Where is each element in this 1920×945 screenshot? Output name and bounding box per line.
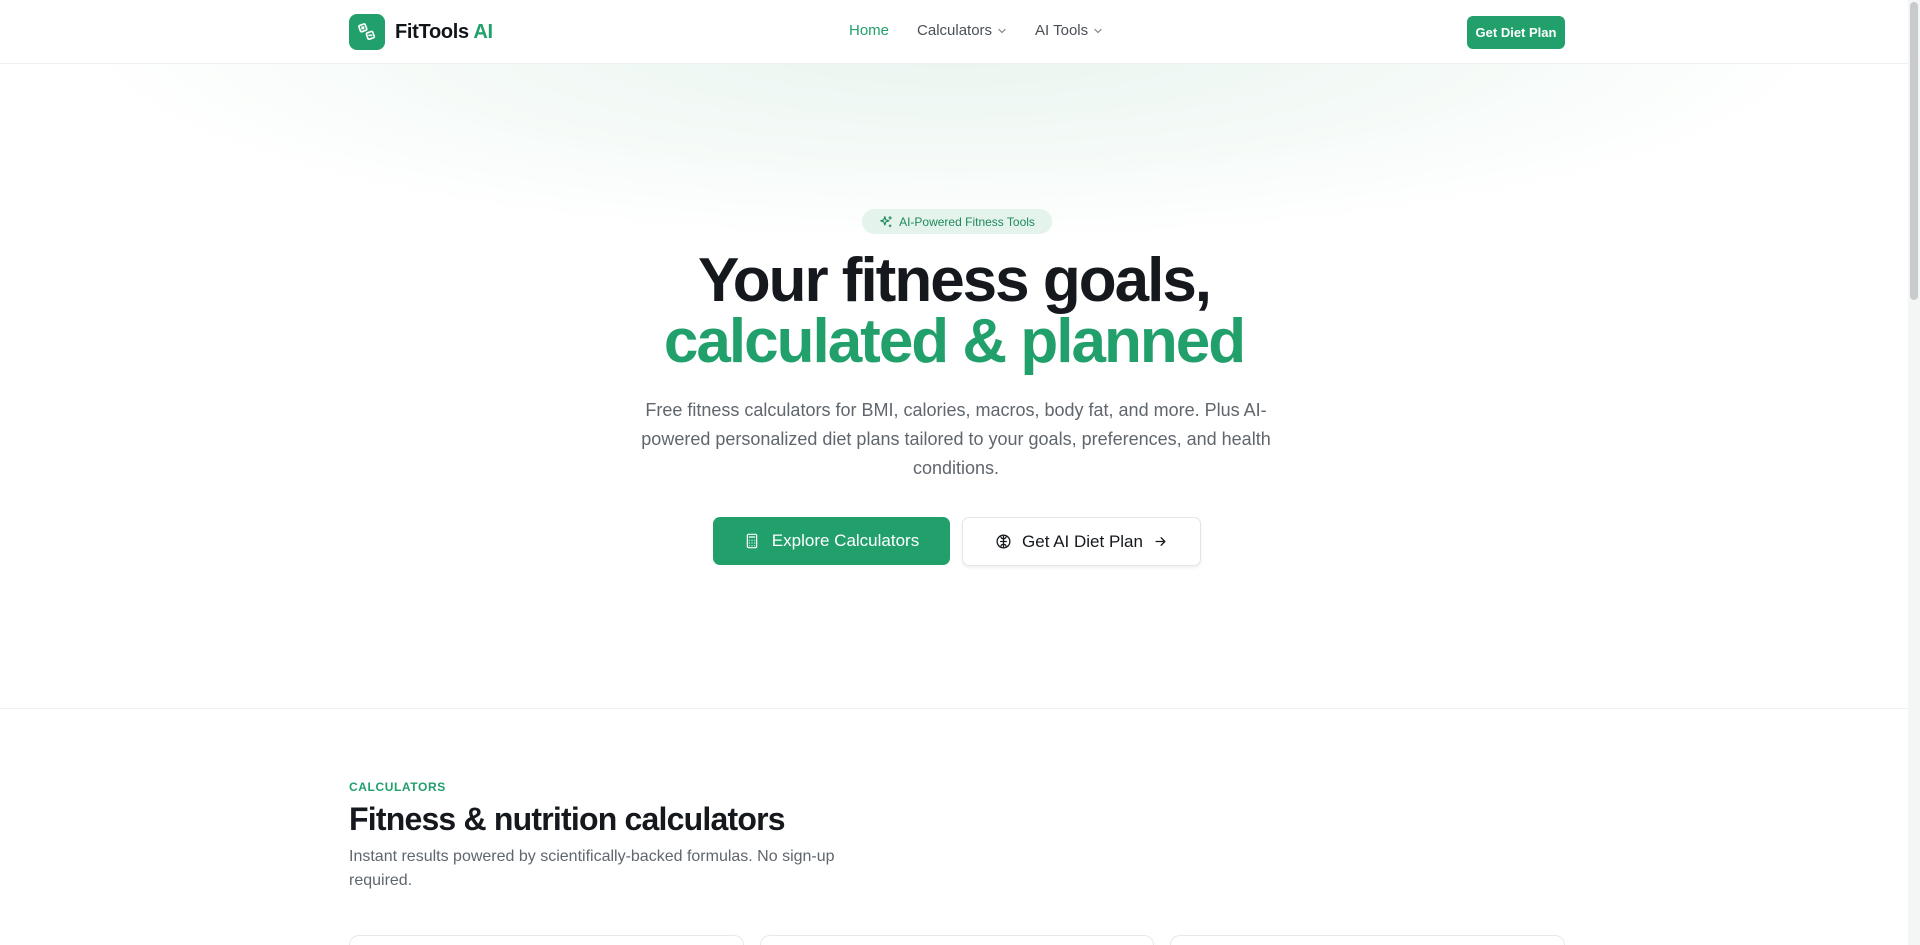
hero-subtitle: Free fitness calculators for BMI, calori…	[641, 400, 1271, 478]
get-ai-diet-plan-label: Get AI Diet Plan	[1022, 531, 1143, 551]
calculator-card[interactable]	[349, 935, 744, 945]
nav-ai-tools-dropdown[interactable]: AI Tools	[1035, 22, 1103, 39]
sparkles-icon	[880, 215, 892, 227]
calculator-card[interactable]	[1170, 935, 1565, 945]
scrollbar-thumb[interactable]	[1910, 2, 1918, 300]
section-eyebrow: CALCULATORS	[349, 780, 446, 794]
nav-calculators-dropdown[interactable]: Calculators	[917, 22, 1007, 39]
site-header: FitTools AI Home Calculators AI Tools Ge…	[0, 0, 1908, 64]
hero-title-line1: Your fitness goals,	[697, 246, 1212, 315]
chevron-down-icon	[998, 28, 1006, 33]
hero-title: Your fitness goals, calculated & planned	[0, 246, 1908, 376]
brain-icon	[996, 534, 1011, 549]
get-ai-diet-plan-button[interactable]: Get AI Diet Plan	[962, 517, 1201, 566]
page-scrollbar[interactable]	[1908, 0, 1920, 945]
ai-powered-badge: AI-Powered Fitness Tools	[862, 209, 1052, 234]
brand-name-accent: AI	[473, 20, 493, 43]
brand-name: FitTools AI	[395, 21, 493, 44]
nav-home[interactable]: Home	[849, 22, 889, 39]
get-diet-plan-button[interactable]: Get Diet Plan	[1467, 16, 1565, 49]
nav-ai-tools-label: AI Tools	[1035, 22, 1089, 39]
hero-section: AI-Powered Fitness Tools Your fitness go…	[0, 64, 1908, 709]
calculator-icon	[746, 533, 758, 549]
brand-logo-link[interactable]: FitTools AI	[349, 14, 493, 50]
section-subtitle: Instant results powered by scientificall…	[349, 848, 835, 889]
hero-title-line2: calculated & planned	[663, 307, 1246, 376]
nav-home-label: Home	[849, 22, 890, 39]
chevron-down-icon	[1094, 28, 1102, 33]
calculator-card[interactable]	[760, 935, 1154, 945]
explore-calculators-label: Explore Calculators	[771, 531, 920, 550]
arrow-right-icon	[1155, 537, 1166, 546]
brand-name-text: FitTools	[395, 20, 469, 43]
explore-calculators-button[interactable]: Explore Calculators	[713, 517, 950, 565]
section-title: Fitness & nutrition calculators	[349, 801, 786, 837]
calculator-logo-icon	[349, 14, 385, 50]
main-nav: Home Calculators AI Tools	[849, 22, 1103, 39]
badge-label: AI-Powered Fitness Tools	[899, 214, 1035, 229]
nav-calculators-label: Calculators	[917, 22, 993, 39]
